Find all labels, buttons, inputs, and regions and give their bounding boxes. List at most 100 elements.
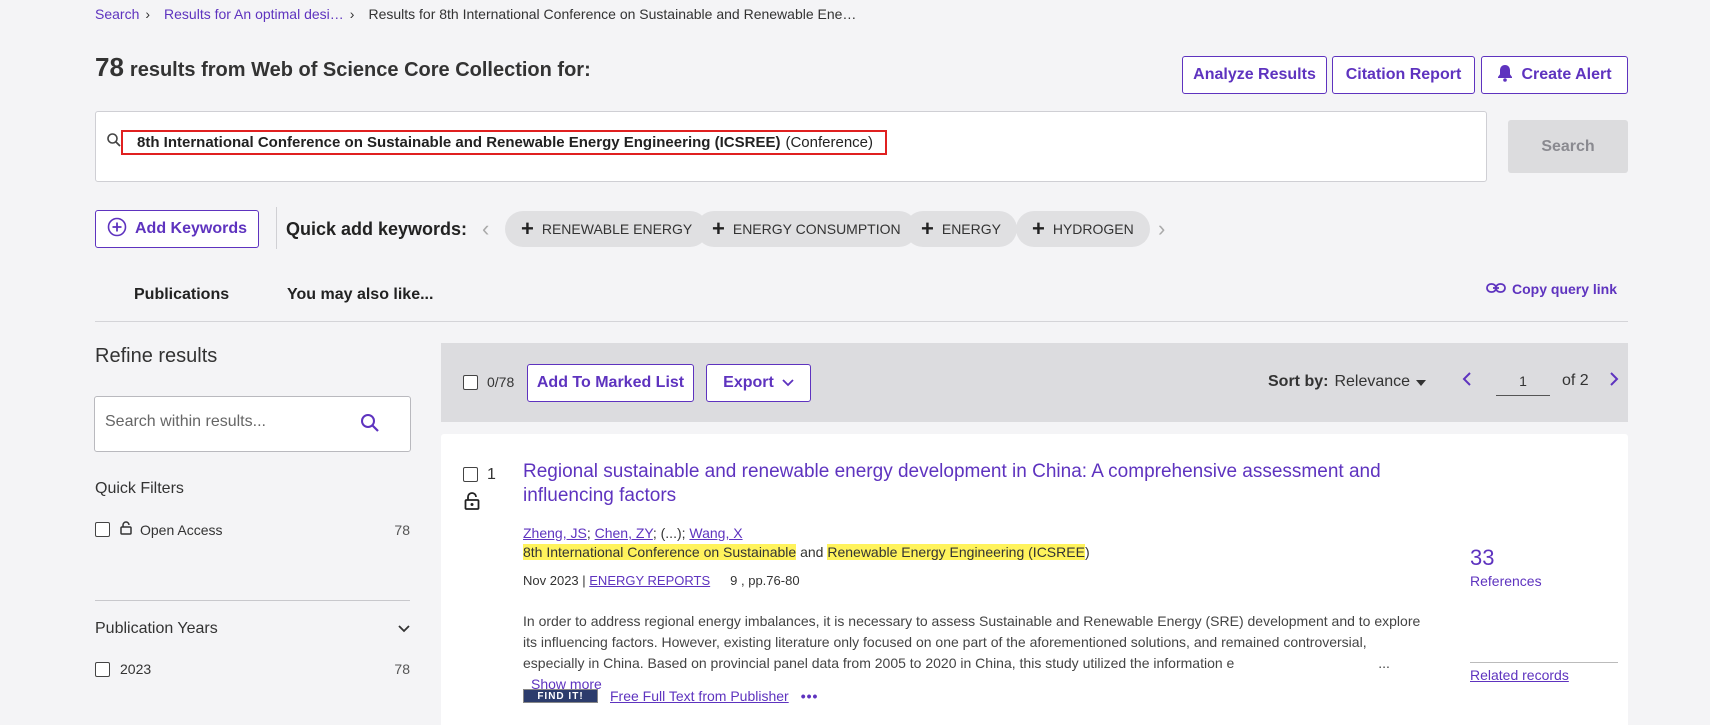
conference-and: and — [796, 544, 828, 560]
link-icon — [1486, 281, 1506, 297]
conference-end: ) — [1084, 544, 1090, 560]
divider — [1470, 662, 1618, 663]
breadcrumb-previous-results[interactable]: Results for An optimal desi… — [164, 6, 344, 22]
selected-count: 0/78 — [487, 374, 515, 390]
plus-icon: + — [921, 216, 934, 241]
create-alert-button[interactable]: Create Alert — [1481, 56, 1628, 94]
tab-publications[interactable]: Publications — [134, 286, 229, 304]
add-to-marked-list-button[interactable]: Add To Marked List — [527, 364, 694, 402]
abstract-ellipsis: ... — [1378, 655, 1390, 671]
more-options-icon[interactable]: ••• — [801, 688, 819, 704]
page-total: of 2 — [1562, 372, 1589, 389]
keyword-chip-renewable-energy[interactable]: + RENEWABLE ENERGY — [505, 211, 709, 247]
journal-link[interactable]: ENERGY REPORTS — [589, 573, 710, 588]
prev-page-icon[interactable] — [1462, 371, 1472, 391]
find-it-logo[interactable]: FIND IT! — [523, 689, 598, 703]
search-icon — [106, 132, 122, 153]
results-toolbar: 0/78 Add To Marked List Export — [441, 343, 1628, 422]
chevron-down-icon — [782, 374, 794, 392]
divider — [95, 321, 1628, 322]
record-authors: Zheng, JS; Chen, ZY; (...); Wang, X — [523, 525, 743, 541]
sort-value: Relevance — [1334, 373, 1411, 390]
chevron-down-icon — [398, 620, 410, 638]
sort-prefix: Sort by: — [1268, 373, 1329, 390]
author-link[interactable]: Chen, ZY — [595, 525, 653, 541]
quick-add-label: Quick add keywords: — [286, 219, 468, 239]
record-meta: Nov 2023 | ENERGY REPORTS 9 , pp.76-80 — [523, 573, 800, 588]
keyword-chip-energy-consumption[interactable]: + ENERGY CONSUMPTION — [696, 211, 917, 247]
record-index: 1 — [487, 466, 496, 483]
select-all-checkbox[interactable] — [463, 375, 478, 390]
add-keywords-label: Add Keywords — [134, 220, 247, 237]
abstract-text: In order to address regional energy imba… — [523, 613, 1421, 671]
next-page-icon[interactable] — [1609, 371, 1619, 391]
plus-circle-icon — [107, 217, 127, 242]
keyword-chip-label: ENERGY CONSUMPTION — [732, 221, 901, 237]
plus-icon: + — [1032, 216, 1045, 241]
record-date: Nov 2023 | — [523, 573, 590, 588]
year-count: 78 — [394, 661, 410, 677]
analyze-results-button[interactable]: Analyze Results — [1182, 56, 1327, 94]
export-button[interactable]: Export — [706, 364, 811, 402]
bell-icon — [1497, 64, 1513, 87]
chevron-right-icon: › — [145, 6, 151, 22]
record-title-link[interactable]: Regional sustainable and renewable energ… — [523, 460, 1423, 508]
export-label: Export — [723, 374, 774, 391]
tab-you-may-also-like[interactable]: You may also like... — [287, 286, 433, 304]
citation-report-label: Citation Report — [1345, 66, 1462, 83]
divider — [95, 600, 410, 601]
keyword-chip-hydrogen[interactable]: + HYDROGEN — [1016, 211, 1150, 247]
copy-query-link[interactable]: Copy query link — [1486, 281, 1617, 297]
publication-years-header[interactable]: Publication Years — [95, 620, 410, 638]
results-count: 78 — [95, 52, 124, 82]
page-title: 78 results from Web of Science Core Coll… — [95, 52, 591, 83]
analyze-results-label: Analyze Results — [1193, 66, 1316, 83]
chevron-right-icon[interactable]: › — [1158, 216, 1165, 242]
sort-dropdown[interactable]: Sort by: Relevance — [1268, 373, 1427, 391]
search-query-box[interactable]: 8th International Conference on Sustaina… — [95, 111, 1487, 182]
year-label: 2023 — [120, 661, 152, 677]
breadcrumb: Search › Results for An optimal desi… › … — [95, 6, 856, 22]
page-number-input[interactable]: 1 — [1496, 366, 1550, 396]
citation-report-button[interactable]: Citation Report — [1332, 56, 1475, 94]
references-number: 33 — [1470, 545, 1495, 570]
quick-filters-title: Quick Filters — [95, 480, 184, 497]
add-to-marked-list-label: Add To Marked List — [536, 374, 685, 391]
breadcrumb-current: Results for 8th International Conference… — [368, 6, 857, 22]
publication-years-title: Publication Years — [95, 620, 218, 637]
search-button[interactable]: Search — [1508, 120, 1628, 173]
divider — [276, 207, 277, 249]
search-within-input[interactable] — [105, 413, 345, 431]
lock-open-icon — [120, 521, 132, 538]
add-keywords-button[interactable]: Add Keywords — [95, 210, 259, 248]
search-within-box — [94, 396, 411, 452]
keyword-chip-energy[interactable]: + ENERGY — [905, 211, 1017, 247]
breadcrumb-search[interactable]: Search — [95, 6, 139, 22]
record-checkbox[interactable] — [463, 467, 478, 482]
search-icon[interactable] — [360, 413, 380, 438]
plus-icon: + — [712, 216, 725, 241]
create-alert-label: Create Alert — [1521, 66, 1612, 83]
conference-highlight: 8th International Conference on Sustaina… — [523, 544, 797, 560]
keyword-chip-label: HYDROGEN — [1052, 221, 1134, 237]
author-link[interactable]: Zheng, JS — [523, 525, 587, 541]
filter-open-access: Open Access 78 — [95, 521, 410, 538]
chevron-left-icon[interactable]: ‹ — [482, 216, 489, 242]
year-checkbox[interactable] — [95, 661, 110, 677]
references-count[interactable]: 33 References — [1470, 545, 1542, 589]
search-button-label: Search — [1541, 137, 1595, 155]
related-records-link[interactable]: Related records — [1470, 667, 1569, 683]
author-link[interactable]: Wang, X — [689, 525, 742, 541]
open-access-checkbox[interactable] — [95, 522, 110, 537]
query-text: 8th International Conference on Sustaina… — [137, 134, 781, 151]
caret-down-icon — [1416, 373, 1427, 391]
keyword-chip-label: RENEWABLE ENERGY — [541, 221, 693, 237]
query-type: (Conference) — [785, 134, 873, 151]
full-text-links: FIND IT! Free Full Text from Publisher •… — [523, 688, 818, 704]
record-conference: 8th International Conference on Sustaina… — [523, 544, 1090, 560]
record-volume: 9 , pp.76-80 — [730, 573, 800, 588]
query-chip[interactable]: 8th International Conference on Sustaina… — [121, 130, 887, 155]
free-full-text-link[interactable]: Free Full Text from Publisher — [610, 688, 789, 704]
lock-open-icon — [464, 492, 480, 515]
plus-icon: + — [521, 216, 534, 241]
